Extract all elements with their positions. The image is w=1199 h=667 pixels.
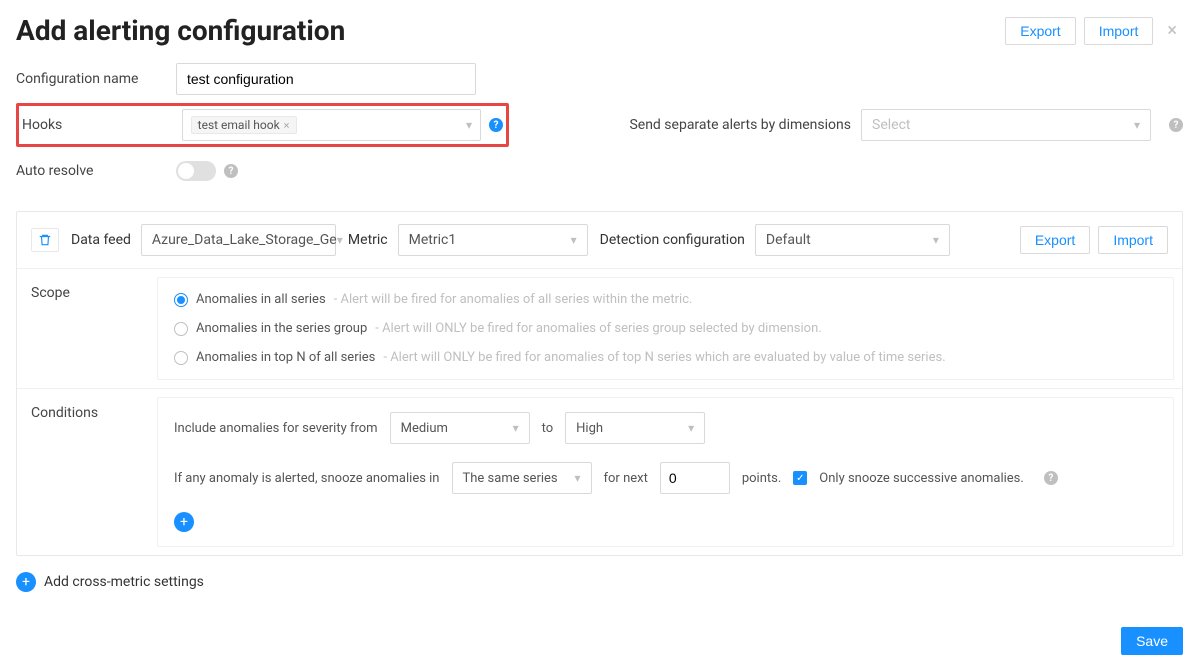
delete-icon[interactable] <box>31 228 59 252</box>
scope-radio-topn[interactable] <box>174 351 188 365</box>
metric-config-card: Data feed Azure_Data_Lake_Storage_Ge ▾ M… <box>16 211 1183 556</box>
help-icon[interactable]: ? <box>1169 118 1183 132</box>
data-feed-value: Azure_Data_Lake_Storage_Ge <box>152 232 337 248</box>
auto-resolve-label: Auto resolve <box>16 163 176 179</box>
severity-to-select[interactable]: High ▾ <box>565 412 705 444</box>
page-title: Add alerting configuration <box>16 14 345 47</box>
hooks-tag-remove-icon[interactable]: × <box>284 119 290 132</box>
severity-from-value: Medium <box>401 421 448 436</box>
add-cross-metric-button[interactable]: + Add cross-metric settings <box>0 564 1199 600</box>
hooks-tag: test email hook × <box>191 116 297 134</box>
scope-opt1-label: Anomalies in all series <box>196 292 326 307</box>
dimensions-placeholder: Select <box>872 117 910 133</box>
only-successive-label: Only snooze successive anomalies. <box>819 471 1024 486</box>
snooze-prefix: If any anomaly is alerted, snooze anomal… <box>174 471 440 486</box>
scope-opt3-label: Anomalies in top N of all series <box>196 350 375 365</box>
data-feed-label: Data feed <box>71 232 131 248</box>
card-import-button[interactable]: Import <box>1098 226 1168 254</box>
hooks-highlight: Hooks test email hook × ▾ ? <box>16 103 509 147</box>
scope-opt2-desc: - Alert will ONLY be fired for anomalies… <box>375 321 821 336</box>
dimensions-field: Send separate alerts by dimensions Selec… <box>629 109 1183 141</box>
scope-body: Anomalies in all series - Alert will be … <box>157 277 1174 380</box>
dimensions-select[interactable]: Select ▾ <box>861 109 1151 141</box>
help-icon[interactable]: ? <box>224 164 238 178</box>
chevron-down-icon: ▾ <box>933 233 939 247</box>
scope-radio-group[interactable] <box>174 322 188 336</box>
add-cross-metric-label: Add cross-metric settings <box>44 574 204 590</box>
hooks-label: Hooks <box>22 117 182 133</box>
help-icon[interactable]: ? <box>1044 471 1058 485</box>
metric-label: Metric <box>348 232 388 248</box>
plus-icon: + <box>16 572 36 592</box>
conditions-body: Include anomalies for severity from Medi… <box>157 397 1174 547</box>
dimensions-label: Send separate alerts by dimensions <box>629 117 851 133</box>
config-name-label: Configuration name <box>16 71 176 87</box>
data-feed-select[interactable]: Azure_Data_Lake_Storage_Ge ▾ <box>141 224 336 256</box>
severity-prefix: Include anomalies for severity from <box>174 421 378 436</box>
conditions-label: Conditions <box>17 389 157 437</box>
snooze-scope-select[interactable]: The same series ▾ <box>452 462 592 494</box>
add-condition-icon[interactable]: + <box>174 512 194 532</box>
import-button[interactable]: Import <box>1084 17 1154 45</box>
detection-value: Default <box>766 232 811 248</box>
card-export-button[interactable]: Export <box>1020 226 1090 254</box>
snooze-for-next: for next <box>604 471 648 486</box>
help-icon[interactable]: ? <box>489 118 503 132</box>
config-name-input[interactable] <box>176 63 476 95</box>
chevron-down-icon: ▾ <box>688 421 694 435</box>
severity-to-label: to <box>542 421 554 436</box>
hooks-select[interactable]: test email hook × ▾ <box>182 109 481 141</box>
chevron-down-icon: ▾ <box>574 471 580 485</box>
scope-opt3-desc: - Alert will ONLY be fired for anomalies… <box>383 350 945 365</box>
scope-radio-all[interactable] <box>174 293 188 307</box>
detection-label: Detection configuration <box>600 232 745 248</box>
severity-from-select[interactable]: Medium ▾ <box>390 412 530 444</box>
scope-label: Scope <box>17 269 157 317</box>
chevron-down-icon: ▾ <box>513 421 519 435</box>
chevron-down-icon: ▾ <box>337 233 343 247</box>
detection-select[interactable]: Default ▾ <box>755 224 950 256</box>
snooze-points-suffix: points. <box>742 471 781 486</box>
chevron-down-icon: ▾ <box>466 118 472 132</box>
snooze-points-input[interactable] <box>660 462 730 494</box>
scope-opt2-label: Anomalies in the series group <box>196 321 367 336</box>
chevron-down-icon: ▾ <box>1134 118 1140 132</box>
close-icon[interactable]: × <box>1161 20 1183 41</box>
snooze-scope-value: The same series <box>463 471 558 486</box>
auto-resolve-toggle[interactable] <box>176 161 216 181</box>
chevron-down-icon: ▾ <box>571 233 577 247</box>
hooks-tag-label: test email hook <box>198 118 280 132</box>
metric-value: Metric1 <box>409 232 457 248</box>
save-button[interactable]: Save <box>1121 627 1183 655</box>
export-button[interactable]: Export <box>1005 17 1075 45</box>
scope-opt1-desc: - Alert will be fired for anomalies of a… <box>334 292 693 307</box>
metric-select[interactable]: Metric1 ▾ <box>398 224 588 256</box>
only-successive-checkbox[interactable]: ✓ <box>793 471 807 485</box>
header-actions: Export Import × <box>1005 17 1183 45</box>
severity-to-value: High <box>576 421 603 436</box>
